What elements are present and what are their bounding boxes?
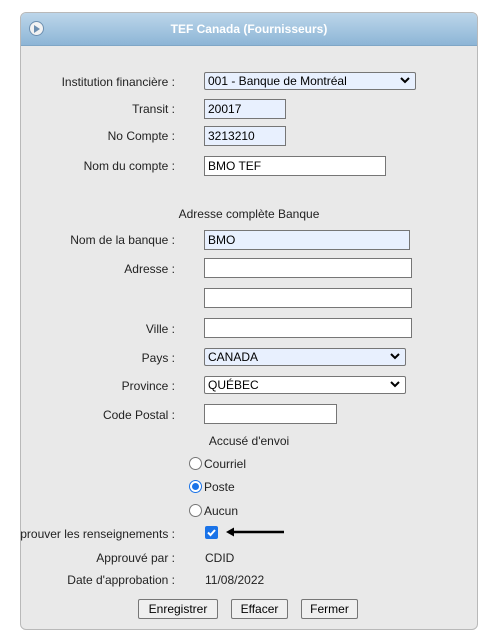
accuse-title: Accusé d'envoi [208,434,290,448]
no-compte-field[interactable]: 3213210 [204,126,286,146]
code-postal-field[interactable] [204,404,337,424]
radio-button-selected[interactable] [189,480,202,493]
radio-button[interactable] [189,457,202,470]
chevron-down-icon [390,381,400,388]
adresse-label: Adresse : [124,262,175,276]
ville-field[interactable] [204,318,412,338]
nom-compte-field[interactable]: BMO TEF [204,156,386,176]
form-panel: TEF Canada (Fournisseurs) Institution fi… [20,12,478,630]
nom-banque-field[interactable]: BMO [204,230,410,250]
section-title: Adresse complète Banque [178,207,320,221]
radio-aucun-label: Aucun [204,504,239,518]
institution-select[interactable]: 001 - Banque de Montréal [204,72,416,90]
nom-banque-label: Nom de la banque : [70,233,175,247]
pays-label: Pays : [141,351,175,365]
adresse-field-2[interactable] [204,288,412,308]
approuver-checkbox[interactable] [205,526,218,539]
date-approbation-value: 11/08/2022 [205,573,265,587]
approuve-par-label: Approuvé par : [96,551,175,565]
checkmark-icon [207,529,216,537]
date-approbation-label: Date d'approbation : [67,573,175,587]
title-bar: TEF Canada (Fournisseurs) [21,13,477,46]
no-compte-label: No Compte : [107,129,175,143]
radio-button[interactable] [189,504,202,517]
ville-label: Ville : [145,322,175,336]
save-button[interactable]: Enregistrer [138,599,218,619]
pays-value: CANADA [208,350,259,364]
clear-button[interactable]: Effacer [231,599,288,619]
chevron-down-icon [390,353,400,360]
province-label: Province : [121,379,175,393]
institution-label: Institution financière : [61,75,175,89]
nom-compte-label: Nom du compte : [83,159,175,173]
province-value: QUÉBEC [208,378,259,392]
approuve-par-value: CDID [205,551,235,565]
pays-select[interactable]: CANADA [204,348,406,366]
radio-courriel-label: Courriel [204,457,247,471]
chevron-down-icon [400,77,410,84]
arrow-left-icon [226,527,284,537]
transit-field[interactable]: 20017 [204,99,286,119]
province-select[interactable]: QUÉBEC [204,376,406,394]
window-title: TEF Canada (Fournisseurs) [170,22,328,36]
code-postal-label: Code Postal : [102,408,175,422]
close-button[interactable]: Fermer [301,599,358,619]
radio-poste-label: Poste [204,480,235,494]
adresse-field-1[interactable] [204,258,412,278]
approuver-label: Approuver les renseignements : [20,527,175,541]
institution-value: 001 - Banque de Montréal [208,74,347,88]
transit-label: Transit : [132,102,175,116]
